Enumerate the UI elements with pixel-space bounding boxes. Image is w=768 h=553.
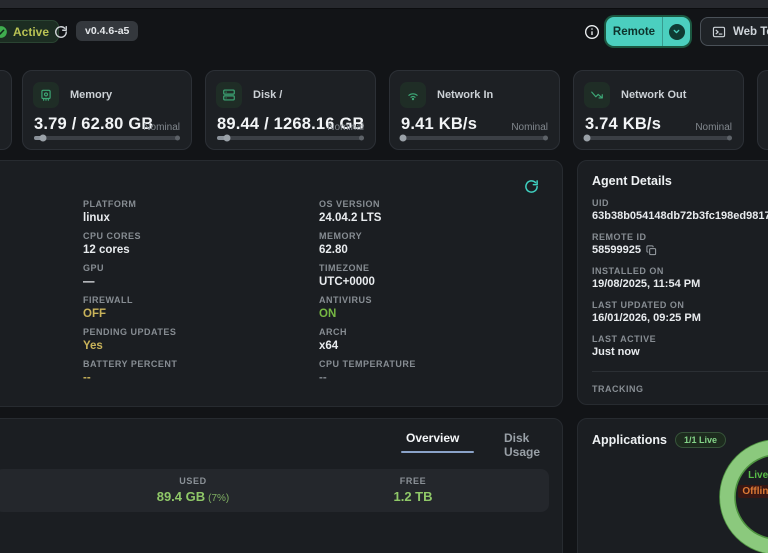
- tracking-label: TRACKING: [592, 384, 644, 394]
- agent-remote-id: REMOTE ID 58599925: [592, 232, 768, 256]
- status-badge-label: Active: [13, 24, 50, 39]
- metric-status: Nominal: [327, 122, 364, 133]
- info-memory: MEMORY 62.80: [319, 231, 363, 256]
- metric-card-memory[interactable]: Memory 3.79 / 62.80 GB Nominal: [22, 70, 192, 150]
- info-cpu-cores: CPU CORES 12 cores: [83, 231, 142, 256]
- storage-free-stat: FREE 1.2 TB: [393, 476, 433, 504]
- storage-stats-strip: USED 89.4 GB (7%) FREE 1.2 TB: [0, 469, 549, 512]
- info-button[interactable]: [583, 23, 600, 40]
- agent-uid: UID 63b38b054148db72b3fc198ed9817811: [592, 198, 768, 222]
- memory-usage-bar: [34, 134, 180, 142]
- dashboard-root: Active v0.4.6-a5 Remote Web Te: [0, 0, 768, 553]
- metric-value: 9.41 KB/s: [401, 115, 478, 133]
- info-os-version: OS VERSION 24.04.2 LTS: [319, 199, 382, 224]
- storage-used-stat: USED 89.4 GB (7%): [156, 476, 230, 504]
- disk-icon: [216, 82, 242, 108]
- metric-value: 3.79 / 62.80 GB: [34, 115, 154, 133]
- chevron-down-icon: [672, 27, 681, 36]
- web-terminal-button-label: Web Te: [733, 25, 768, 38]
- metric-card-disk[interactable]: Disk / 89.44 / 1268.16 GB Nominal: [205, 70, 376, 150]
- metric-name: Network Out: [621, 89, 687, 101]
- agent-details-title: Agent Details: [592, 174, 672, 188]
- donut-tooltip: Live: 1 Offline: 0: [724, 470, 768, 499]
- metric-card-network-out[interactable]: Network Out 3.74 KB/s Nominal: [573, 70, 744, 150]
- metric-status: Nominal: [695, 122, 732, 133]
- info-icon: [584, 24, 600, 40]
- network-in-bar: [399, 134, 548, 142]
- info-gpu: GPU —: [83, 263, 105, 288]
- applications-panel: Applications 1/1 Live Live: 1 Offline: 0: [577, 418, 768, 553]
- remote-dropdown-toggle[interactable]: [663, 17, 690, 46]
- remote-button-label[interactable]: Remote: [606, 17, 663, 46]
- system-info-panel: PLATFORM linux CPU CORES 12 cores GPU — FIR…: [0, 160, 563, 407]
- applications-title: Applications: [592, 433, 668, 447]
- memory-icon: [33, 82, 59, 108]
- network-out-bar: [583, 134, 732, 142]
- storage-panel: Overview Disk Usage USED 89.4 GB (7%) FRE…: [0, 418, 563, 553]
- terminal-icon: [712, 25, 726, 39]
- tab-overview-underline: [401, 451, 474, 453]
- metric-card-partial-right: [757, 70, 768, 150]
- agent-last-updated-on: LAST UPDATED ON 16/01/2026, 09:25 PM: [592, 300, 701, 324]
- info-firewall: FIREWALL OFF: [83, 295, 133, 320]
- metric-value: 3.74 KB/s: [585, 115, 662, 133]
- info-antivirus: ANTIVIRUS ON: [319, 295, 373, 320]
- network-out-icon: [584, 82, 610, 108]
- metric-card-network-in[interactable]: Network In 9.41 KB/s Nominal: [389, 70, 560, 150]
- info-arch: ARCH x64: [319, 327, 347, 352]
- metric-status: Nominal: [143, 122, 180, 133]
- disk-usage-bar: [217, 134, 364, 142]
- agent-installed-on: INSTALLED ON 19/08/2025, 11:54 PM: [592, 266, 701, 290]
- agent-last-active: LAST ACTIVE Just now: [592, 334, 657, 358]
- metric-card-partial-left: [0, 70, 12, 150]
- tab-overview[interactable]: Overview: [406, 431, 459, 445]
- refresh-icon: [524, 179, 540, 194]
- metric-name: Network In: [437, 89, 494, 101]
- info-cpu-temperature: CPU TEMPERATURE --: [319, 359, 416, 384]
- refresh-icon: [54, 25, 68, 39]
- metric-name: Disk /: [253, 89, 283, 101]
- metric-name: Memory: [70, 89, 113, 101]
- agent-details-divider: [592, 371, 768, 372]
- status-badge: Active: [0, 20, 60, 43]
- version-badge: v0.4.6-a5: [76, 21, 139, 41]
- refresh-status-button[interactable]: [52, 23, 70, 41]
- tab-disk-usage[interactable]: Disk Usage: [504, 431, 562, 459]
- network-in-icon: [400, 82, 426, 108]
- info-platform: PLATFORM linux: [83, 199, 137, 224]
- info-pending-updates: PENDING UPDATES Yes: [83, 327, 177, 352]
- info-battery-percent: BATTERY PERCENT --: [83, 359, 178, 384]
- refresh-system-info-button[interactable]: [524, 179, 540, 195]
- donut-offline-label: Offline: 0: [738, 485, 768, 498]
- copy-icon[interactable]: [646, 244, 657, 256]
- metric-status: Nominal: [511, 122, 548, 133]
- remote-button[interactable]: Remote: [606, 17, 690, 46]
- info-timezone: TIMEZONE UTC+0000: [319, 263, 375, 288]
- web-terminal-button[interactable]: Web Te: [700, 17, 768, 46]
- window-top-strip: [0, 0, 768, 9]
- check-circle-icon: [0, 25, 8, 39]
- agent-details-panel: Agent Details UID 63b38b054148db72b3fc19…: [577, 160, 768, 405]
- donut-live-label: Live: 1: [748, 470, 768, 481]
